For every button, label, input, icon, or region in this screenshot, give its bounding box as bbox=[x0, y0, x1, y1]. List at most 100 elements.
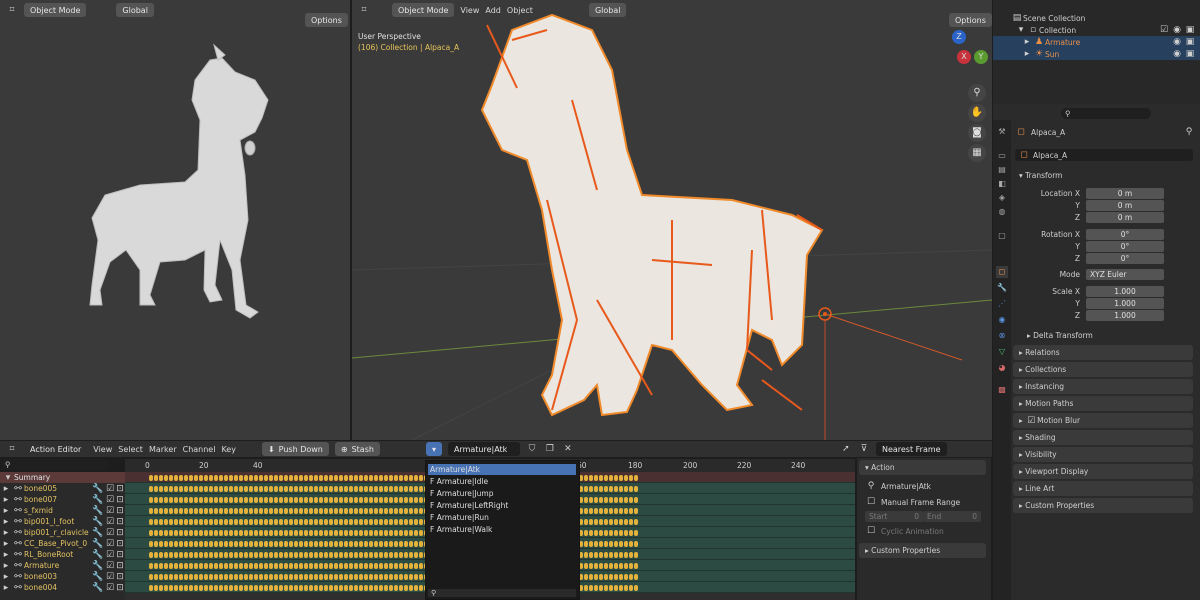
keyframe-marker[interactable] bbox=[419, 562, 423, 569]
keyframe-marker[interactable] bbox=[369, 518, 373, 525]
constraints-tab-icon[interactable]: ⊗ bbox=[996, 330, 1008, 342]
keyframe-marker[interactable] bbox=[164, 496, 168, 503]
push-down-button[interactable]: ⬇ Push Down bbox=[261, 442, 329, 456]
keyframe-marker[interactable] bbox=[419, 551, 423, 558]
keyframe-marker[interactable] bbox=[229, 584, 233, 591]
keyframe-marker[interactable] bbox=[249, 485, 253, 492]
keyframe-marker[interactable] bbox=[274, 507, 278, 514]
keyframe-marker[interactable] bbox=[314, 485, 318, 492]
keyframe-marker[interactable] bbox=[369, 496, 373, 503]
keyframe-marker[interactable] bbox=[604, 529, 608, 536]
keyframe-marker[interactable] bbox=[594, 529, 598, 536]
keyframe-marker[interactable] bbox=[419, 507, 423, 514]
keyframe-marker[interactable] bbox=[324, 529, 328, 536]
keyframe-marker[interactable] bbox=[159, 474, 163, 481]
keyframe-marker[interactable] bbox=[194, 573, 198, 580]
keyframe-marker[interactable] bbox=[294, 496, 298, 503]
keyframe-marker[interactable] bbox=[214, 485, 218, 492]
keyframe-marker[interactable] bbox=[234, 474, 238, 481]
keyframe-marker[interactable] bbox=[274, 485, 278, 492]
keyframe-marker[interactable] bbox=[229, 540, 233, 547]
keyframe-marker[interactable] bbox=[369, 474, 373, 481]
keyframe-marker[interactable] bbox=[609, 518, 613, 525]
keyframe-marker[interactable] bbox=[599, 551, 603, 558]
keyframe-marker[interactable] bbox=[324, 540, 328, 547]
keyframe-marker[interactable] bbox=[379, 584, 383, 591]
keyframe-marker[interactable] bbox=[349, 507, 353, 514]
rotation-x-field[interactable]: 0° bbox=[1086, 229, 1164, 240]
keyframe-marker[interactable] bbox=[274, 474, 278, 481]
keyframe-marker[interactable] bbox=[404, 496, 408, 503]
keyframe-marker[interactable] bbox=[414, 573, 418, 580]
keyframe-marker[interactable] bbox=[419, 496, 423, 503]
keyframe-marker[interactable] bbox=[379, 562, 383, 569]
keyframe-marker[interactable] bbox=[619, 562, 623, 569]
keyframe-marker[interactable] bbox=[589, 474, 593, 481]
keyframe-marker[interactable] bbox=[634, 540, 638, 547]
keyframe-marker[interactable] bbox=[624, 584, 628, 591]
keyframe-marker[interactable] bbox=[249, 518, 253, 525]
keyframe-marker[interactable] bbox=[324, 485, 328, 492]
keyframe-marker[interactable] bbox=[204, 485, 208, 492]
keyframe-marker[interactable] bbox=[339, 518, 343, 525]
scale-z-field[interactable]: 1.000 bbox=[1086, 310, 1164, 321]
modifier-tab-icon[interactable]: 🔧 bbox=[996, 282, 1008, 294]
keyframe-marker[interactable] bbox=[204, 573, 208, 580]
keyframe-marker[interactable] bbox=[349, 551, 353, 558]
keyframe-marker[interactable] bbox=[354, 584, 358, 591]
keyframe-marker[interactable] bbox=[284, 518, 288, 525]
keyframe-marker[interactable] bbox=[239, 507, 243, 514]
keyframe-marker[interactable] bbox=[634, 573, 638, 580]
keyframe-marker[interactable] bbox=[379, 540, 383, 547]
keyframe-marker[interactable] bbox=[304, 496, 308, 503]
keyframe-marker[interactable] bbox=[154, 584, 158, 591]
keyframe-marker[interactable] bbox=[269, 551, 273, 558]
keyframe-marker[interactable] bbox=[234, 496, 238, 503]
keyframe-marker[interactable] bbox=[229, 485, 233, 492]
editor-type-icon[interactable]: ⌗ bbox=[6, 443, 18, 455]
keyframe-marker[interactable] bbox=[199, 529, 203, 536]
keyframe-marker[interactable] bbox=[179, 474, 183, 481]
keyframe-marker[interactable] bbox=[224, 551, 228, 558]
keyframe-marker[interactable] bbox=[349, 518, 353, 525]
keyframe-marker[interactable] bbox=[349, 584, 353, 591]
keyframe-marker[interactable] bbox=[264, 474, 268, 481]
keyframe-marker[interactable] bbox=[404, 584, 408, 591]
keyframe-marker[interactable] bbox=[349, 496, 353, 503]
expand-arrow-icon[interactable]: ▸ bbox=[1021, 48, 1033, 60]
keyframe-marker[interactable] bbox=[329, 540, 333, 547]
keyframe-marker[interactable] bbox=[354, 474, 358, 481]
keyframe-marker[interactable] bbox=[604, 540, 608, 547]
keyframe-marker[interactable] bbox=[359, 584, 363, 591]
keyframe-marker[interactable] bbox=[254, 562, 258, 569]
keyframe-marker[interactable] bbox=[244, 551, 248, 558]
keyframe-marker[interactable] bbox=[379, 496, 383, 503]
object-name-field[interactable]: ◻ Alpaca_A bbox=[1015, 149, 1193, 161]
keyframe-marker[interactable] bbox=[594, 507, 598, 514]
keyframe-marker[interactable] bbox=[614, 507, 618, 514]
keyframe-marker[interactable] bbox=[274, 518, 278, 525]
keyframe-marker[interactable] bbox=[379, 551, 383, 558]
keyframe-marker[interactable] bbox=[399, 474, 403, 481]
menu-view[interactable]: View bbox=[93, 445, 112, 454]
action-item-jump[interactable]: F Armature|Jump bbox=[428, 488, 576, 499]
keyframe-marker[interactable] bbox=[204, 507, 208, 514]
keyframe-marker[interactable] bbox=[384, 551, 388, 558]
keyframe-marker[interactable] bbox=[159, 496, 163, 503]
keyframe-marker[interactable] bbox=[219, 584, 223, 591]
keyframe-marker[interactable] bbox=[294, 485, 298, 492]
keyframe-marker[interactable] bbox=[289, 551, 293, 558]
keyframe-marker[interactable] bbox=[214, 573, 218, 580]
zoom-icon[interactable]: ⚲ bbox=[968, 84, 986, 102]
keyframe-marker[interactable] bbox=[364, 573, 368, 580]
keyframe-marker[interactable] bbox=[609, 496, 613, 503]
keyframe-marker[interactable] bbox=[629, 584, 633, 591]
keyframe-marker[interactable] bbox=[284, 507, 288, 514]
keyframe-marker[interactable] bbox=[209, 540, 213, 547]
keyframe-marker[interactable] bbox=[419, 584, 423, 591]
keyframe-marker[interactable] bbox=[284, 529, 288, 536]
keyframe-marker[interactable] bbox=[209, 573, 213, 580]
keyframe-marker[interactable] bbox=[274, 551, 278, 558]
keyframe-marker[interactable] bbox=[374, 551, 378, 558]
keyframe-marker[interactable] bbox=[419, 540, 423, 547]
